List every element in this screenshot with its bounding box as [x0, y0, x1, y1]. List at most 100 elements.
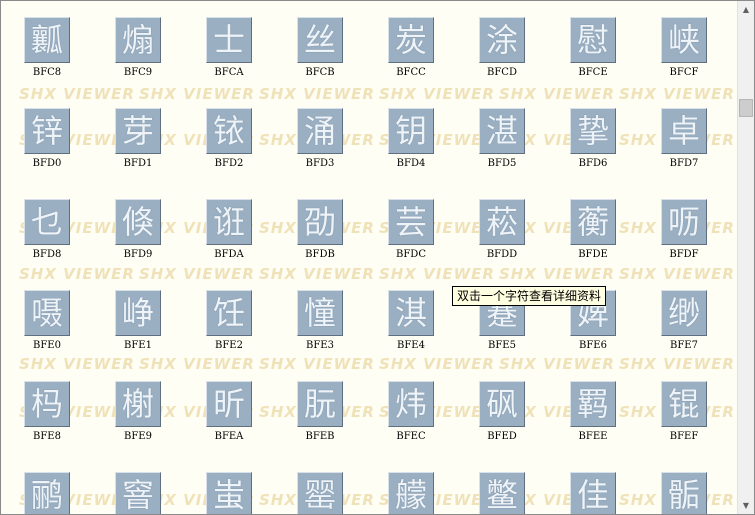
arrow-up-icon[interactable]: ▲ [738, 1, 754, 18]
char-glyph[interactable]: 榭 [115, 381, 161, 427]
char-glyph[interactable]: 瓤 [24, 17, 70, 63]
char-cell[interactable]: 窨BFF1 [94, 456, 161, 514]
char-glyph[interactable]: 朊 [297, 381, 343, 427]
char-glyph[interactable]: 砜 [479, 381, 525, 427]
char-glyph[interactable]: 饪 [206, 290, 252, 336]
char-cell[interactable]: 涂 BFCD [458, 1, 525, 78]
char-glyph[interactable]: 佳 [570, 472, 616, 514]
char-cell[interactable]: 憧 BFE3 [276, 274, 343, 351]
char-cell[interactable]: 婢 BFE6 [549, 274, 616, 351]
char-glyph[interactable]: 淇 [388, 290, 434, 336]
char-glyph[interactable]: 乜 [24, 199, 70, 245]
char-glyph[interactable]: 倏 [115, 199, 161, 245]
char-glyph[interactable]: 憧 [297, 290, 343, 336]
arrow-down-icon[interactable]: ▼ [738, 497, 754, 514]
char-cell[interactable]: 倏 BFD9 [94, 183, 161, 260]
char-glyph[interactable]: 卓 [661, 108, 707, 154]
char-cell[interactable]: 钥 BFD4 [367, 92, 434, 169]
char-cell[interactable]: 缈 BFE7 [640, 274, 707, 351]
char-cell[interactable]: 鳖BFF5 [458, 456, 525, 514]
char-glyph[interactable]: 窨 [115, 472, 161, 514]
char-cell[interactable]: 涌 BFD3 [276, 92, 343, 169]
char-glyph[interactable]: 湛 [479, 108, 525, 154]
char-cell[interactable]: 饪 BFE2 [185, 274, 252, 351]
char-cell[interactable]: 铱 BFD2 [185, 92, 252, 169]
char-cell[interactable]: 锟 BFEF [640, 365, 707, 442]
char-glyph[interactable]: 锌 [24, 108, 70, 154]
char-cell[interactable]: 蚩BFF2 [185, 456, 252, 514]
char-cell[interactable]: 士 BFCA [185, 1, 252, 78]
char-glyph[interactable]: 丝 [297, 17, 343, 63]
char-glyph[interactable]: 芽 [115, 108, 161, 154]
char-glyph[interactable]: 羁 [570, 381, 616, 427]
char-cell[interactable]: 慰 BFCE [549, 1, 616, 78]
char-glyph[interactable]: 蚩 [206, 472, 252, 514]
char-cell[interactable]: 菘 BFDD [458, 183, 525, 260]
char-glyph[interactable]: 缈 [661, 290, 707, 336]
char-glyph[interactable]: 峡 [661, 17, 707, 63]
char-glyph[interactable]: 鹂 [24, 472, 70, 514]
char-code-label: BFED [487, 431, 517, 442]
char-cell[interactable]: 炭 BFCC [367, 1, 434, 78]
char-cell[interactable]: 劭 BFDB [276, 183, 343, 260]
char-cell[interactable]: 诳 BFDA [185, 183, 252, 260]
char-cell[interactable]: 呖 BFDF [640, 183, 707, 260]
char-glyph[interactable]: 艨 [388, 472, 434, 514]
char-glyph[interactable]: 骺 [661, 472, 707, 514]
char-cell[interactable]: 芸 BFDC [367, 183, 434, 260]
char-glyph[interactable]: 挚 [570, 108, 616, 154]
char-glyph[interactable]: 罂 [297, 472, 343, 514]
char-cell[interactable]: 嗫 BFE0 [3, 274, 70, 351]
char-cell[interactable]: 砜 BFED [458, 365, 525, 442]
char-glyph[interactable]: 昕 [206, 381, 252, 427]
char-glyph[interactable]: 芸 [388, 199, 434, 245]
char-glyph[interactable]: 蘅 [570, 199, 616, 245]
char-cell[interactable]: 昕 BFEA [185, 365, 252, 442]
char-glyph[interactable]: 炜 [388, 381, 434, 427]
char-cell[interactable]: 骺BFF7 [640, 456, 707, 514]
char-cell[interactable]: 锌 BFD0 [3, 92, 70, 169]
char-glyph[interactable]: 炭 [388, 17, 434, 63]
char-glyph[interactable]: 锟 [661, 381, 707, 427]
char-glyph[interactable]: 慰 [570, 17, 616, 63]
char-cell[interactable]: 丝 BFCB [276, 1, 343, 78]
char-glyph[interactable]: 铱 [206, 108, 252, 154]
char-cell[interactable]: 卓 BFD7 [640, 92, 707, 169]
char-glyph[interactable]: 涂 [479, 17, 525, 63]
char-cell[interactable]: 炜 BFEC [367, 365, 434, 442]
scrollbar-thumb[interactable] [739, 99, 753, 117]
char-cell[interactable]: 羁 BFEE [549, 365, 616, 442]
char-glyph[interactable]: 菘 [479, 199, 525, 245]
char-cell[interactable]: 峥 BFE1 [94, 274, 161, 351]
char-glyph[interactable]: 煽 [115, 17, 161, 63]
char-cell[interactable]: 朊 BFEB [276, 365, 343, 442]
char-cell[interactable]: 芽 BFD1 [94, 92, 161, 169]
char-cell[interactable]: 淇 BFE4 [367, 274, 434, 351]
char-cell[interactable]: 榭 BFE9 [94, 365, 161, 442]
char-code-label: BFC8 [32, 67, 62, 78]
char-glyph[interactable]: 劭 [297, 199, 343, 245]
char-glyph[interactable]: 峥 [115, 290, 161, 336]
char-cell[interactable]: 瓤 BFC8 [3, 1, 70, 78]
char-cell[interactable]: 鹂BFF0 [3, 456, 70, 514]
char-glyph[interactable]: 鳖 [479, 472, 525, 514]
char-cell[interactable]: 杩 BFE8 [3, 365, 70, 442]
char-glyph[interactable]: 嗫 [24, 290, 70, 336]
char-glyph[interactable]: 诳 [206, 199, 252, 245]
char-cell[interactable]: 峡 BFCF [640, 1, 707, 78]
char-glyph[interactable]: 杩 [24, 381, 70, 427]
char-cell[interactable]: 佳BFF6 [549, 456, 616, 514]
vertical-scrollbar[interactable]: ▲ ▼ [737, 1, 754, 514]
char-cell[interactable]: 湛 BFD5 [458, 92, 525, 169]
char-cell[interactable]: 蹇 BFE5 [458, 274, 525, 351]
char-cell[interactable]: 煽 BFC9 [94, 1, 161, 78]
char-glyph[interactable]: 钥 [388, 108, 434, 154]
char-glyph[interactable]: 呖 [661, 199, 707, 245]
char-glyph[interactable]: 士 [206, 17, 252, 63]
char-cell[interactable]: 乜 BFD8 [3, 183, 70, 260]
char-cell[interactable]: 罂BFF3 [276, 456, 343, 514]
char-cell[interactable]: 蘅 BFDE [549, 183, 616, 260]
char-glyph[interactable]: 涌 [297, 108, 343, 154]
char-cell[interactable]: 艨BFF4 [367, 456, 434, 514]
char-cell[interactable]: 挚 BFD6 [549, 92, 616, 169]
